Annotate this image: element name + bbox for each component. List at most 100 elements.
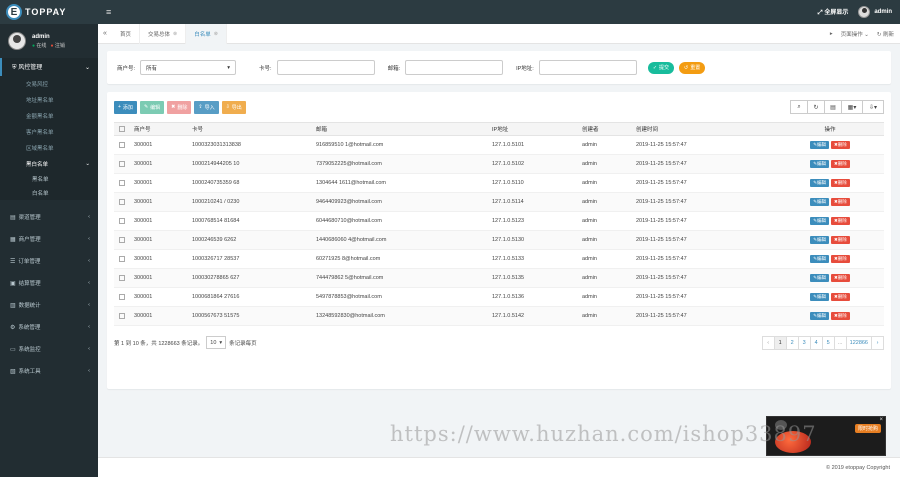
col-card[interactable]: 卡号 (192, 122, 316, 136)
col-creator[interactable]: 创建者 (582, 122, 636, 136)
toggle-view-button[interactable]: ▤ (824, 100, 842, 114)
sidebar-item-amount-blacklist[interactable]: 金额黑名单 (0, 108, 98, 124)
col-ip[interactable]: IP地址 (492, 122, 582, 136)
sidebar-item-channel[interactable]: ▤ 渠道管理 ‹ (0, 206, 98, 228)
edit-button[interactable]: ✎ 编辑 (139, 100, 165, 114)
row-checkbox[interactable] (119, 255, 125, 262)
row-delete-button[interactable]: ✖ 删除 (831, 141, 850, 149)
row-edit-button[interactable]: ✎ 编辑 (810, 274, 829, 282)
table-row[interactable]: 300001 1000567673 51575 13248592830@hotmai… (114, 306, 884, 326)
row-checkbox[interactable] (119, 217, 125, 224)
tab-home[interactable]: 首页 (112, 23, 141, 44)
sidebar-item-region-blacklist[interactable]: 区域黑名单 (0, 140, 98, 156)
next-page-button[interactable]: › (871, 335, 884, 350)
row-edit-button[interactable]: ✎ 编辑 (810, 141, 829, 149)
email-input[interactable] (405, 60, 504, 75)
refresh-button[interactable]: ↻ 刷新 (877, 30, 894, 38)
row-delete-button[interactable]: ✖ 删除 (831, 255, 850, 263)
sidebar-item-system[interactable]: ⚙ 系统管理 ‹ (0, 316, 98, 338)
online-status[interactable]: ● 在线 (32, 42, 46, 49)
row-delete-button[interactable]: ✖ 删除 (831, 293, 850, 301)
table-row[interactable]: 300001 1000323031313838 916859510 1@hotmai… (114, 135, 884, 155)
row-edit-button[interactable]: ✎ 编辑 (810, 217, 829, 225)
user-menu[interactable]: admin (858, 6, 892, 18)
row-checkbox[interactable] (119, 160, 125, 167)
sidebar-item-customer-blacklist[interactable]: 客户黑名单 (0, 124, 98, 140)
tabs-scroll-right-icon[interactable]: ▸ (830, 31, 833, 37)
sidebar-item-transaction-risk[interactable]: 交易风控 (0, 76, 98, 92)
col-created-time[interactable]: 创建时间 (636, 122, 776, 136)
row-delete-button[interactable]: ✖ 删除 (831, 160, 850, 168)
merchant-select[interactable]: 所有 ▾ (140, 60, 237, 75)
table-row[interactable]: 300001 1000768514 81684 6044680710@hotmail… (114, 211, 884, 231)
page-button[interactable]: 122866 (845, 335, 872, 350)
add-button[interactable]: + 添加 (114, 100, 137, 114)
menu-toggle-icon[interactable]: ≡ (106, 7, 111, 17)
submit-button[interactable]: ✓ 提交 (647, 61, 675, 74)
row-checkbox[interactable] (119, 312, 125, 319)
card-input[interactable] (276, 60, 375, 75)
delete-button[interactable]: ✖ 删除 (167, 100, 192, 114)
menu-risk-control[interactable]: ⛨ 风控管理 ⌄ (0, 58, 98, 76)
row-delete-button[interactable]: ✖ 删除 (831, 312, 850, 320)
reset-button[interactable]: ↺ 重置 (679, 61, 706, 74)
close-icon[interactable]: ⊗ (173, 31, 177, 37)
row-checkbox[interactable] (119, 236, 125, 243)
table-row[interactable]: 300001 1000326717 28537 60271925 8@hotmail… (114, 249, 884, 269)
close-icon[interactable]: × (879, 417, 883, 423)
sidebar-item-black-white-list[interactable]: 黑白名单 ⌄ (0, 156, 98, 172)
ip-input[interactable] (538, 60, 637, 75)
row-checkbox[interactable] (119, 198, 125, 205)
sidebar-item-order[interactable]: ☰ 订单管理 ‹ (0, 250, 98, 272)
sidebar-item-blacklist[interactable]: 黑名单 (0, 172, 98, 186)
export-button[interactable]: ⇩ 导出 (221, 100, 246, 114)
row-edit-button[interactable]: ✎ 编辑 (810, 198, 829, 206)
sidebar-item-tools[interactable]: ▧ 系统工具 ‹ (0, 360, 98, 382)
logout-link[interactable]: ● 注销 (50, 42, 64, 49)
logo[interactable]: E TOPPAY (0, 0, 98, 24)
page-size-select[interactable]: 10 ▾ (206, 336, 227, 349)
row-delete-button[interactable]: ✖ 删除 (831, 274, 850, 282)
close-icon[interactable]: ⊗ (214, 31, 218, 37)
table-row[interactable]: 300001 1000214944205 10 7379052225@hotmail… (114, 154, 884, 174)
row-edit-button[interactable]: ✎ 编辑 (810, 236, 829, 244)
export-menu-button[interactable]: ⇩▾ (862, 100, 884, 114)
row-delete-button[interactable]: ✖ 删除 (831, 217, 850, 225)
row-checkbox[interactable] (119, 274, 125, 281)
table-row[interactable]: 300001 1000246539 6262 1440686060 4@hotmai… (114, 230, 884, 250)
promo-cta-button[interactable]: 限时抢购 (854, 424, 881, 433)
row-checkbox[interactable] (119, 293, 125, 300)
row-delete-button[interactable]: ✖ 删除 (831, 198, 850, 206)
tab-transaction-overview[interactable]: 交易总体 ⊗ (140, 23, 187, 44)
columns-button[interactable]: ▦▾ (841, 100, 863, 114)
select-all-checkbox[interactable] (119, 125, 125, 132)
table-row[interactable]: 300001 1000681864 27616 5497878853@hotmail… (114, 287, 884, 307)
row-delete-button[interactable]: ✖ 删除 (831, 179, 850, 187)
sidebar-item-monitor[interactable]: ▭ 系统监控 ‹ (0, 338, 98, 360)
row-edit-button[interactable]: ✎ 编辑 (810, 293, 829, 301)
tab-whitelist[interactable]: 白名单 ⊗ (186, 23, 227, 44)
col-email[interactable]: 邮箱 (316, 122, 492, 136)
row-edit-button[interactable]: ✎ 编辑 (810, 179, 829, 187)
table-row[interactable]: 300001 1000210241 / 0230 9464409923@hotmai… (114, 192, 884, 212)
sidebar-item-address-blacklist[interactable]: 地址黑名单 (0, 92, 98, 108)
row-checkbox[interactable] (119, 141, 125, 148)
sidebar-item-statistics[interactable]: ▥ 数据统计 ‹ (0, 294, 98, 316)
page-ops-button[interactable]: 页面操作 ⌄ (841, 30, 869, 38)
sidebar-item-settlement[interactable]: ▣ 结算管理 ‹ (0, 272, 98, 294)
row-checkbox[interactable] (119, 179, 125, 186)
import-button[interactable]: ⇪ 导入 (194, 100, 219, 114)
row-edit-button[interactable]: ✎ 编辑 (810, 312, 829, 320)
row-edit-button[interactable]: ✎ 编辑 (810, 160, 829, 168)
row-edit-button[interactable]: ✎ 编辑 (810, 255, 829, 263)
col-merchant[interactable]: 商户号 (134, 122, 192, 136)
table-row[interactable]: 300001 100030278865 627 744479862 5@hotmai… (114, 268, 884, 288)
table-row[interactable]: 300001 1000240735359 68 1304644 1611@hotma… (114, 173, 884, 193)
table-refresh-button[interactable]: ↻ (807, 100, 825, 114)
sidebar-item-merchant[interactable]: ▦ 商户管理 ‹ (0, 228, 98, 250)
fullscreen-button[interactable]: ⤢ 全屏显示 (818, 7, 849, 17)
search-toggle-button[interactable]: ⌕ (790, 100, 808, 114)
tabs-scroll-left-icon[interactable]: « (98, 30, 112, 37)
sidebar-item-whitelist[interactable]: 白名单 (0, 186, 98, 200)
row-delete-button[interactable]: ✖ 删除 (831, 236, 850, 244)
